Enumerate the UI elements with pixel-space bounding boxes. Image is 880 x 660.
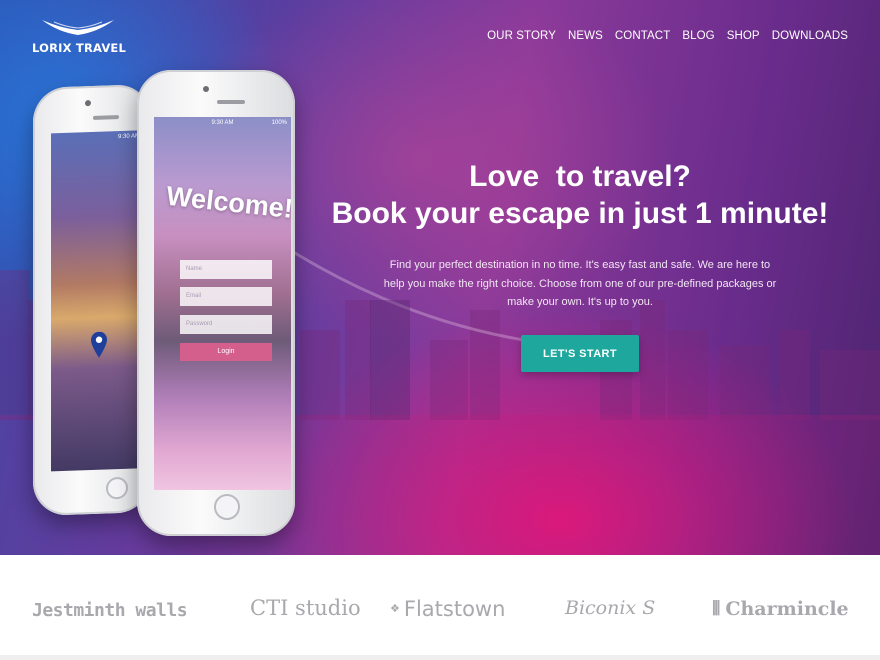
partner-logos-strip: Jestminth walls CTI studio ❖ Flatstown Bi… bbox=[0, 555, 880, 660]
email-field: Email bbox=[180, 287, 272, 306]
phone-mockup-front: 9:30 AM 100% Welcome! Name Email Passwor… bbox=[137, 70, 295, 536]
headline-line-1: Love to travel? bbox=[469, 160, 691, 193]
headline-line-2: Book your escape in just 1 minute! bbox=[331, 197, 829, 230]
camera-icon bbox=[85, 100, 91, 107]
home-button bbox=[214, 494, 240, 520]
camera-icon bbox=[203, 86, 209, 92]
partner-logo-biconix[interactable]: Biconix S bbox=[565, 597, 655, 619]
brand-logo[interactable]: LORIX TRAVEL bbox=[32, 18, 126, 58]
speaker-grille bbox=[93, 115, 119, 120]
password-field: Password bbox=[180, 315, 272, 334]
flatstown-diamond-icon: ❖ bbox=[390, 602, 400, 615]
location-pin-icon bbox=[91, 331, 107, 358]
main-nav: OUR STORY NEWS CONTACT BLOG SHOP DOWNLOA… bbox=[487, 30, 848, 42]
partner-logo-flatstown[interactable]: ❖ Flatstown bbox=[390, 597, 505, 621]
partner-logo-jestminth[interactable]: Jestminth walls bbox=[32, 600, 188, 621]
partner-logo-cti-studio[interactable]: CTI studio bbox=[250, 596, 361, 620]
brand-name: LORIX TRAVEL bbox=[32, 41, 127, 55]
phone-mockup-back: 9:30 AM bbox=[33, 83, 151, 517]
hero-description: Find your perfect destination in no time… bbox=[383, 259, 777, 308]
phone-screen-city: 9:30 AM bbox=[51, 130, 147, 472]
hero-headline: Love to travel? Book your escape in just… bbox=[300, 158, 860, 232]
nav-shop[interactable]: SHOP bbox=[727, 30, 760, 42]
nav-our-story[interactable]: OUR STORY bbox=[487, 30, 556, 42]
nav-news[interactable]: NEWS bbox=[568, 30, 603, 42]
partner-logo-charmincle[interactable]: ⦀ Charmincle bbox=[712, 598, 849, 620]
welcome-title: Welcome! bbox=[164, 180, 291, 224]
nav-blog[interactable]: BLOG bbox=[682, 30, 714, 42]
charmincle-wave-icon: ⦀ bbox=[712, 598, 721, 620]
name-field: Name bbox=[180, 260, 272, 279]
bottom-divider bbox=[0, 655, 880, 660]
nav-downloads[interactable]: DOWNLOADS bbox=[772, 30, 848, 42]
partner-name: Charmincle bbox=[725, 598, 849, 620]
speaker-grille bbox=[217, 100, 245, 104]
home-button bbox=[106, 476, 128, 500]
wings-icon bbox=[42, 20, 114, 35]
lets-start-button[interactable]: LET'S START bbox=[521, 335, 639, 372]
status-time: 9:30 AM bbox=[211, 120, 234, 126]
phone-screen-login: 9:30 AM 100% Welcome! Name Email Passwor… bbox=[154, 117, 291, 490]
battery-status: 100% bbox=[271, 120, 287, 126]
login-button: Login bbox=[180, 343, 272, 361]
nav-contact[interactable]: CONTACT bbox=[615, 30, 670, 42]
partner-name: Flatstown bbox=[403, 597, 506, 621]
hero-section: LORIX TRAVEL OUR STORY NEWS CONTACT BLOG… bbox=[0, 0, 880, 555]
